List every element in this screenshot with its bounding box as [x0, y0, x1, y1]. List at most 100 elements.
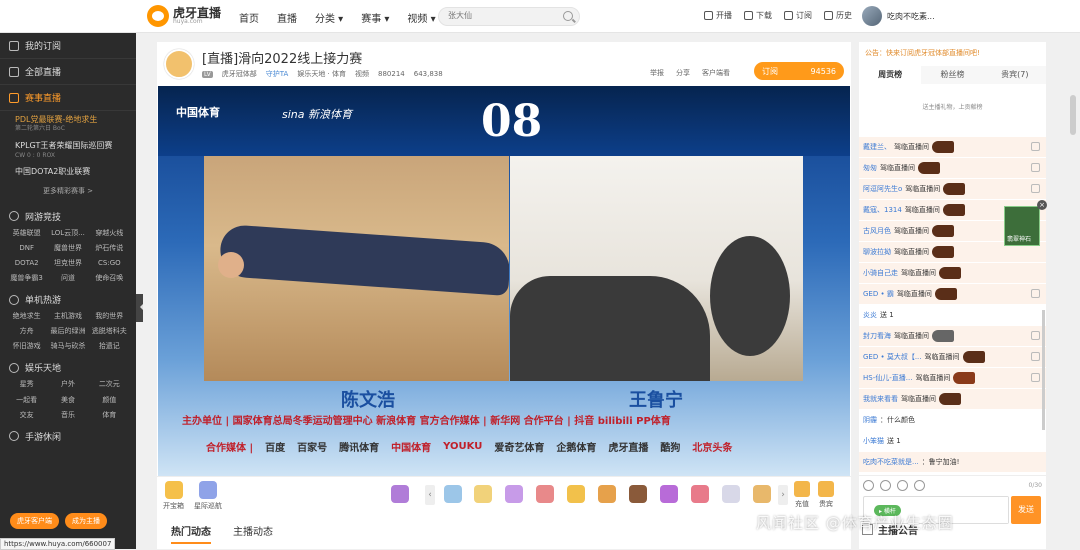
nav-category[interactable]: 分类 ▾ [315, 10, 343, 25]
chat-message[interactable]: 小骑自己走 驾临直播间 [859, 263, 1046, 283]
report-button[interactable]: 举报 [650, 68, 664, 78]
game-link[interactable]: 炉石传说 [89, 244, 130, 253]
gift-icon[interactable] [598, 485, 616, 503]
game-link[interactable]: 怀旧游戏 [6, 342, 47, 351]
game-link[interactable]: 音乐 [47, 411, 88, 420]
gift-icon[interactable] [722, 485, 740, 503]
tab-hot-feed[interactable]: 热门动态 [171, 523, 211, 544]
chat-user[interactable]: 炎炎 [863, 310, 877, 320]
gift-icon[interactable] [391, 485, 409, 503]
chat-message[interactable]: 戴建兰、 驾临直播间 [859, 137, 1046, 157]
gift-icon[interactable] [691, 485, 709, 503]
subscribe-button[interactable]: 订阅 94536 [754, 62, 844, 80]
avatar[interactable] [862, 6, 882, 26]
vip-button[interactable]: 贵宾 [818, 481, 834, 509]
chat-message[interactable]: 匆匆 驾临直播间 [859, 158, 1046, 178]
game-link[interactable]: 美食 [47, 396, 88, 405]
gift-icon[interactable] [629, 485, 647, 503]
chat-user[interactable]: 封刀看海 [863, 331, 891, 341]
chat-user[interactable]: 古风月色 [863, 226, 891, 236]
game-link[interactable]: 我的世界 [89, 312, 130, 321]
history-button[interactable]: 历史 [824, 10, 852, 21]
trophy-gift-icon[interactable] [567, 485, 585, 503]
gift-prev-arrow[interactable]: ‹ [425, 485, 435, 505]
game-link[interactable]: 英雄联盟 [6, 229, 47, 238]
subscriptions-button[interactable]: 订阅 [784, 10, 812, 21]
sidebar-section[interactable]: 网游竞技 [0, 202, 136, 227]
chat-user[interactable]: HS-仙儿-直播... [863, 373, 912, 383]
game-link[interactable]: 最后的绿洲 [47, 327, 88, 336]
chat-message[interactable]: 炎炎送 1 [859, 305, 1046, 325]
gift-icon[interactable] [753, 485, 771, 503]
game-link[interactable]: 魔兽争霸3 [6, 274, 47, 283]
game-link[interactable]: 绝地求生 [6, 312, 47, 321]
nav-video[interactable]: 视频 ▾ [407, 10, 435, 25]
fans-badge-icon[interactable] [897, 480, 908, 491]
game-link[interactable]: 骑马与砍杀 [47, 342, 88, 351]
page-scrollbar[interactable] [1070, 95, 1076, 135]
chat-user[interactable]: 匆匆 [863, 163, 877, 173]
game-link[interactable]: 颜值 [89, 396, 130, 405]
nav-home[interactable]: 首页 [239, 10, 259, 25]
chat-message[interactable]: 吃肉不吃菜就是... ：鲁宁加油! [859, 452, 1046, 472]
sidebar-item-subscriptions[interactable]: 我的订阅 [0, 33, 136, 59]
game-link[interactable]: CS:GO [89, 259, 130, 268]
sidebar-item-all-live[interactable]: 全部直播 [0, 59, 136, 85]
more-events-link[interactable]: 更多精彩赛事 > [0, 182, 136, 202]
chat-message[interactable]: HS-仙儿-直播... 驾临直播间 [859, 368, 1046, 388]
chat-scrollbar[interactable] [1042, 310, 1045, 430]
client-download-button[interactable]: 虎牙客户端 [10, 513, 59, 529]
anchor-name[interactable]: 虎牙冠体部 [222, 69, 257, 79]
chat-user[interactable]: 我就来看看 [863, 394, 898, 404]
category-link[interactable]: 娱乐天地 · 体育 [297, 69, 346, 79]
chat-user[interactable]: 小骑自己走 [863, 268, 898, 278]
sidebar-section[interactable]: 手游休闲 [0, 422, 136, 447]
game-link[interactable]: LOL云顶... [47, 229, 88, 238]
game-link[interactable]: DOTA2 [6, 259, 47, 268]
game-link[interactable]: 交友 [6, 411, 47, 420]
nav-live[interactable]: 直播 [277, 10, 297, 25]
video-link[interactable]: 视频 [355, 69, 369, 79]
sticker-icon[interactable] [880, 480, 891, 491]
game-link[interactable]: 星秀 [6, 380, 47, 389]
chat-message[interactable]: 小笨猫送 1 [859, 431, 1046, 451]
gift-icon[interactable] [474, 485, 492, 503]
tab-anchor-feed[interactable]: 主播动态 [233, 523, 273, 544]
gift-icon[interactable] [505, 485, 523, 503]
game-link[interactable]: 坦克世界 [47, 259, 88, 268]
chat-message[interactable]: 阴霾 ：什么颜色 [859, 410, 1046, 430]
sidebar-section[interactable]: 娱乐天地 [0, 353, 136, 378]
chat-message[interactable]: GED • 莫大叔【... 驾临直播间 [859, 347, 1046, 367]
chat-user[interactable]: 小笨猫 [863, 436, 884, 446]
start-live-button[interactable]: 开播 [704, 10, 732, 21]
share-button[interactable]: 分享 [676, 68, 690, 78]
game-link[interactable]: DNF [6, 244, 47, 253]
chat-user[interactable]: GED • 霸 [863, 289, 894, 299]
video-player[interactable]: 中国体育 sina 新浪体育 08 陈文浩 王鲁宁 主办单位 | 国家体育总局冬… [158, 86, 850, 476]
game-link[interactable]: 户外 [47, 380, 88, 389]
client-watch-button[interactable]: 客户端看 [702, 68, 730, 78]
game-link[interactable]: 主机游戏 [47, 312, 88, 321]
game-link[interactable]: 问道 [47, 274, 88, 283]
chat-message[interactable]: GED • 霸驾临直播间 [859, 284, 1046, 304]
chat-user[interactable]: 阴霾 [863, 415, 877, 425]
chat-message[interactable]: 我就来看看 驾临直播间 [859, 389, 1046, 409]
match-item[interactable]: KPLGT王者荣耀国际巡回赛 CW 0 : 0 ROX [0, 137, 136, 163]
emoji-icon[interactable] [863, 480, 874, 491]
tab-vip-rank[interactable]: 贵宾(7) [984, 66, 1046, 84]
game-link[interactable]: 拾遗记 [89, 342, 130, 351]
game-link[interactable]: 魔兽世界 [47, 244, 88, 253]
treasure-box-button[interactable]: 开宝箱 [163, 481, 184, 511]
send-button[interactable]: 发送 [1011, 496, 1041, 524]
game-link[interactable]: 使命召唤 [89, 274, 130, 283]
become-anchor-button[interactable]: 成为主播 [65, 513, 107, 529]
download-button[interactable]: 下载 [744, 10, 772, 21]
game-link[interactable]: 方舟 [6, 327, 47, 336]
star-cruise-button[interactable]: 星际巡航 [194, 481, 222, 511]
recharge-button[interactable]: 充值 [794, 481, 810, 509]
anchor-avatar[interactable] [164, 49, 194, 79]
close-icon[interactable]: × [1037, 200, 1047, 210]
tab-weekly-rank[interactable]: 周贡榜 [859, 66, 922, 84]
huya-logo[interactable]: 虎牙直播 huya.com [147, 5, 221, 27]
chat-message[interactable]: 阿逗阿先生o 驾临直播间 [859, 179, 1046, 199]
